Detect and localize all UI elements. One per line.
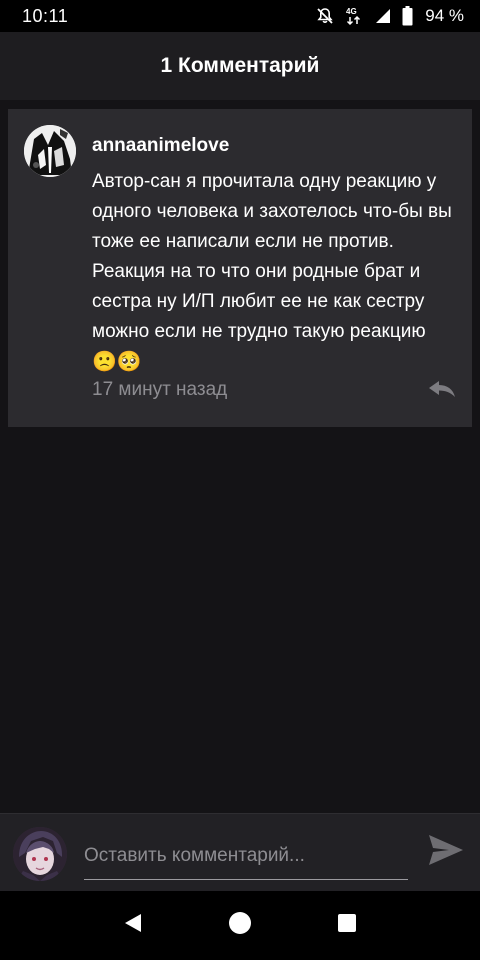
network-label: 4G (346, 7, 357, 16)
send-icon (427, 833, 465, 872)
battery-percent: 94 % (425, 6, 464, 25)
network-4g-icon: 4G (344, 6, 364, 26)
recents-icon (337, 913, 357, 938)
status-icons: 4G 94 % (316, 6, 464, 26)
comment-timestamp: 17 минут назад (92, 379, 228, 400)
page-title: 1 Комментарий (160, 54, 320, 77)
comment-emojis: 🙁🥺 (92, 351, 142, 373)
comment-input-bar (0, 813, 480, 891)
comment-text: Автор-сан я прочитала одну реакцию у одн… (92, 167, 458, 378)
avatar[interactable] (24, 125, 76, 177)
comment-body: Автор-сан я прочитала одну реакцию у одн… (92, 171, 452, 342)
comment-input[interactable] (84, 838, 408, 880)
user-avatar[interactable] (13, 827, 67, 881)
recents-button[interactable] (327, 906, 367, 946)
mute-icon (316, 7, 334, 25)
reply-button[interactable] (426, 379, 458, 403)
back-icon (122, 912, 144, 939)
status-time: 10:11 (22, 5, 69, 26)
comment-author[interactable]: annaanimelove (92, 135, 229, 157)
home-button[interactable] (220, 906, 260, 946)
home-icon (228, 911, 252, 940)
signal-icon (374, 7, 392, 25)
comment-card: annaanimelove Автор-сан я прочитала одну… (8, 109, 472, 427)
send-button[interactable] (424, 832, 468, 872)
back-button[interactable] (113, 906, 153, 946)
battery-icon (402, 6, 413, 26)
reply-icon (428, 380, 456, 403)
app-header: 1 Комментарий (0, 32, 480, 100)
navigation-bar (0, 891, 480, 960)
status-bar: 10:11 4G 94 % (0, 0, 480, 32)
